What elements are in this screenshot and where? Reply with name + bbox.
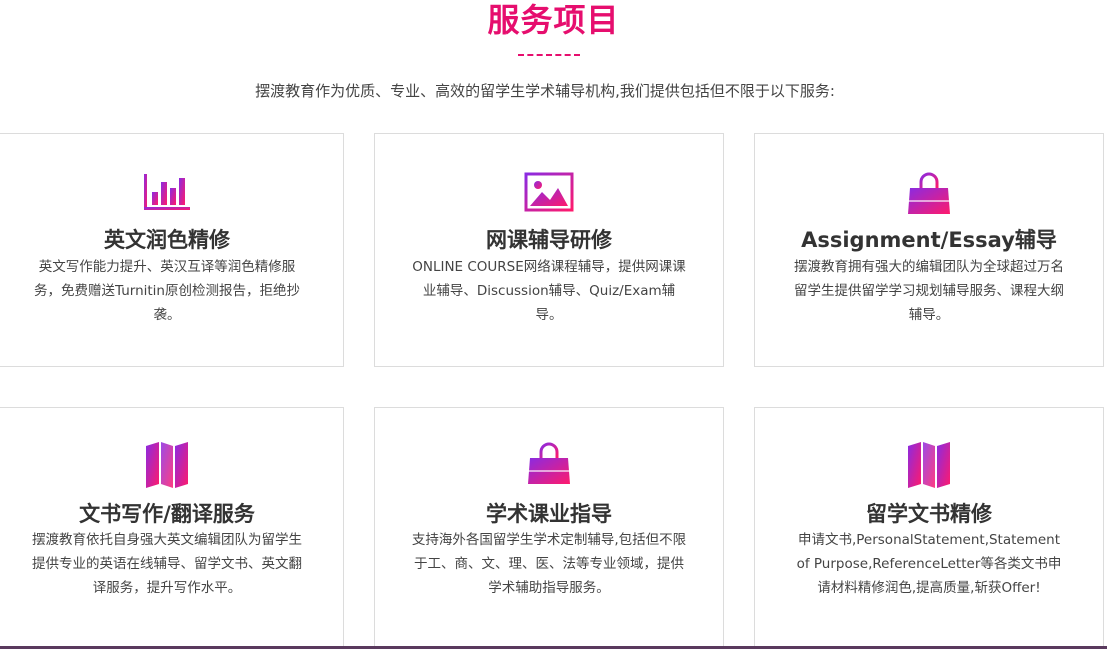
shopping-bag-icon — [522, 440, 576, 490]
service-card-online-course[interactable]: 网课辅导研修 ONLINE COURSE网络课程辅导，提供网课课业辅导、Disc… — [374, 133, 724, 367]
image-icon — [522, 170, 576, 220]
service-description: ONLINE COURSE网络课程辅导，提供网课课业辅导、Discussion辅… — [412, 259, 686, 323]
service-title: Assignment/Essay辅导 — [801, 228, 1057, 252]
title-divider — [518, 54, 580, 56]
map-icon — [140, 440, 194, 490]
service-title: 英文润色精修 — [104, 228, 230, 252]
service-description: 英文写作能力提升、英汉互译等润色精修服务，免费赠送Turnitin原创检测报告，… — [34, 259, 300, 323]
shopping-bag-icon — [902, 170, 956, 220]
service-card-document-translation[interactable]: 文书写作/翻译服务 摆渡教育依托自身强大英文编辑团队为留学生提供专业的英语在线辅… — [0, 407, 344, 647]
service-title: 网课辅导研修 — [486, 228, 612, 252]
service-title: 文书写作/翻译服务 — [79, 502, 255, 526]
section-intro: 摆渡教育作为优质、专业、高效的留学生学术辅导机构,我们提供包括但不限于以下服务: — [255, 82, 835, 100]
service-description: 摆渡教育依托自身强大英文编辑团队为留学生提供专业的英语在线辅导、留学文书、英文翻… — [32, 532, 302, 596]
services-section: 服务项目 摆渡教育作为优质、专业、高效的留学生学术辅导机构,我们提供包括但不限于… — [0, 0, 1107, 649]
service-card-assignment-essay[interactable]: Assignment/Essay辅导 摆渡教育拥有强大的编辑团队为全球超过万名留… — [754, 133, 1104, 367]
page-title: 服务项目 — [487, 1, 620, 39]
service-title: 学术课业指导 — [486, 502, 612, 526]
service-card-application-documents[interactable]: 留学文书精修 申请文书,PersonalStatement,Statement … — [754, 407, 1104, 647]
service-description: 申请文书,PersonalStatement,Statement of Purp… — [796, 532, 1062, 596]
service-card-academic-guidance[interactable]: 学术课业指导 支持海外各国留学生学术定制辅导,包括但不限于工、商、文、理、医、法… — [374, 407, 724, 647]
service-title: 留学文书精修 — [866, 502, 992, 526]
service-card-english-polishing[interactable]: 英文润色精修 英文写作能力提升、英汉互译等润色精修服务，免费赠送Turnitin… — [0, 133, 344, 367]
map-icon — [902, 440, 956, 490]
service-description: 摆渡教育拥有强大的编辑团队为全球超过万名留学生提供留学学习规划辅导服务、课程大纲… — [794, 259, 1064, 323]
service-description: 支持海外各国留学生学术定制辅导,包括但不限于工、商、文、理、医、法等专业领域，提… — [411, 532, 687, 596]
bar-chart-icon — [140, 170, 194, 220]
